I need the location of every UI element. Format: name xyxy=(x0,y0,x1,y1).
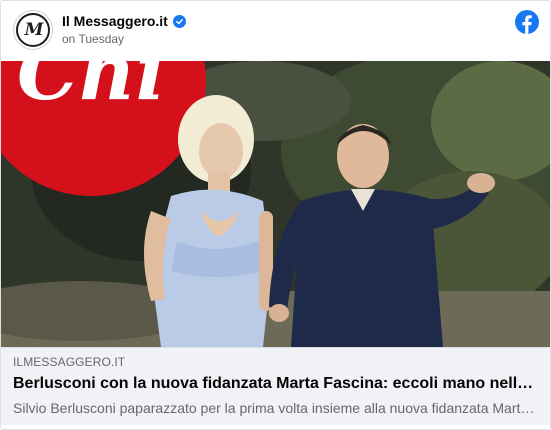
embedded-post-card: M Il Messaggero.it on Tuesday Chi ILMESS… xyxy=(0,0,551,430)
verified-badge-icon xyxy=(172,14,186,28)
link-preview-image[interactable]: Chi xyxy=(1,61,550,347)
post-timestamp[interactable]: on Tuesday xyxy=(62,32,124,46)
page-name-link[interactable]: Il Messaggero.it xyxy=(62,13,168,29)
link-description: Silvio Berlusconi paparazzato per la pri… xyxy=(13,400,538,416)
facebook-logo-icon[interactable] xyxy=(515,10,539,34)
post-header: M Il Messaggero.it on Tuesday xyxy=(1,1,550,61)
link-domain: ILMESSAGGERO.IT xyxy=(13,355,126,369)
photo-scene: Chi xyxy=(1,61,550,347)
magazine-logo-text: Chi xyxy=(17,61,165,118)
avatar-monogram: M xyxy=(24,20,44,40)
link-preview-footer[interactable]: ILMESSAGGERO.IT Berlusconi con la nuova … xyxy=(1,347,550,425)
link-headline[interactable]: Berlusconi con la nuova fidanzata Marta … xyxy=(13,375,538,393)
page-name-row: Il Messaggero.it xyxy=(62,13,186,29)
page-avatar[interactable]: M xyxy=(13,10,53,50)
avatar-monogram-icon: M xyxy=(16,13,50,47)
